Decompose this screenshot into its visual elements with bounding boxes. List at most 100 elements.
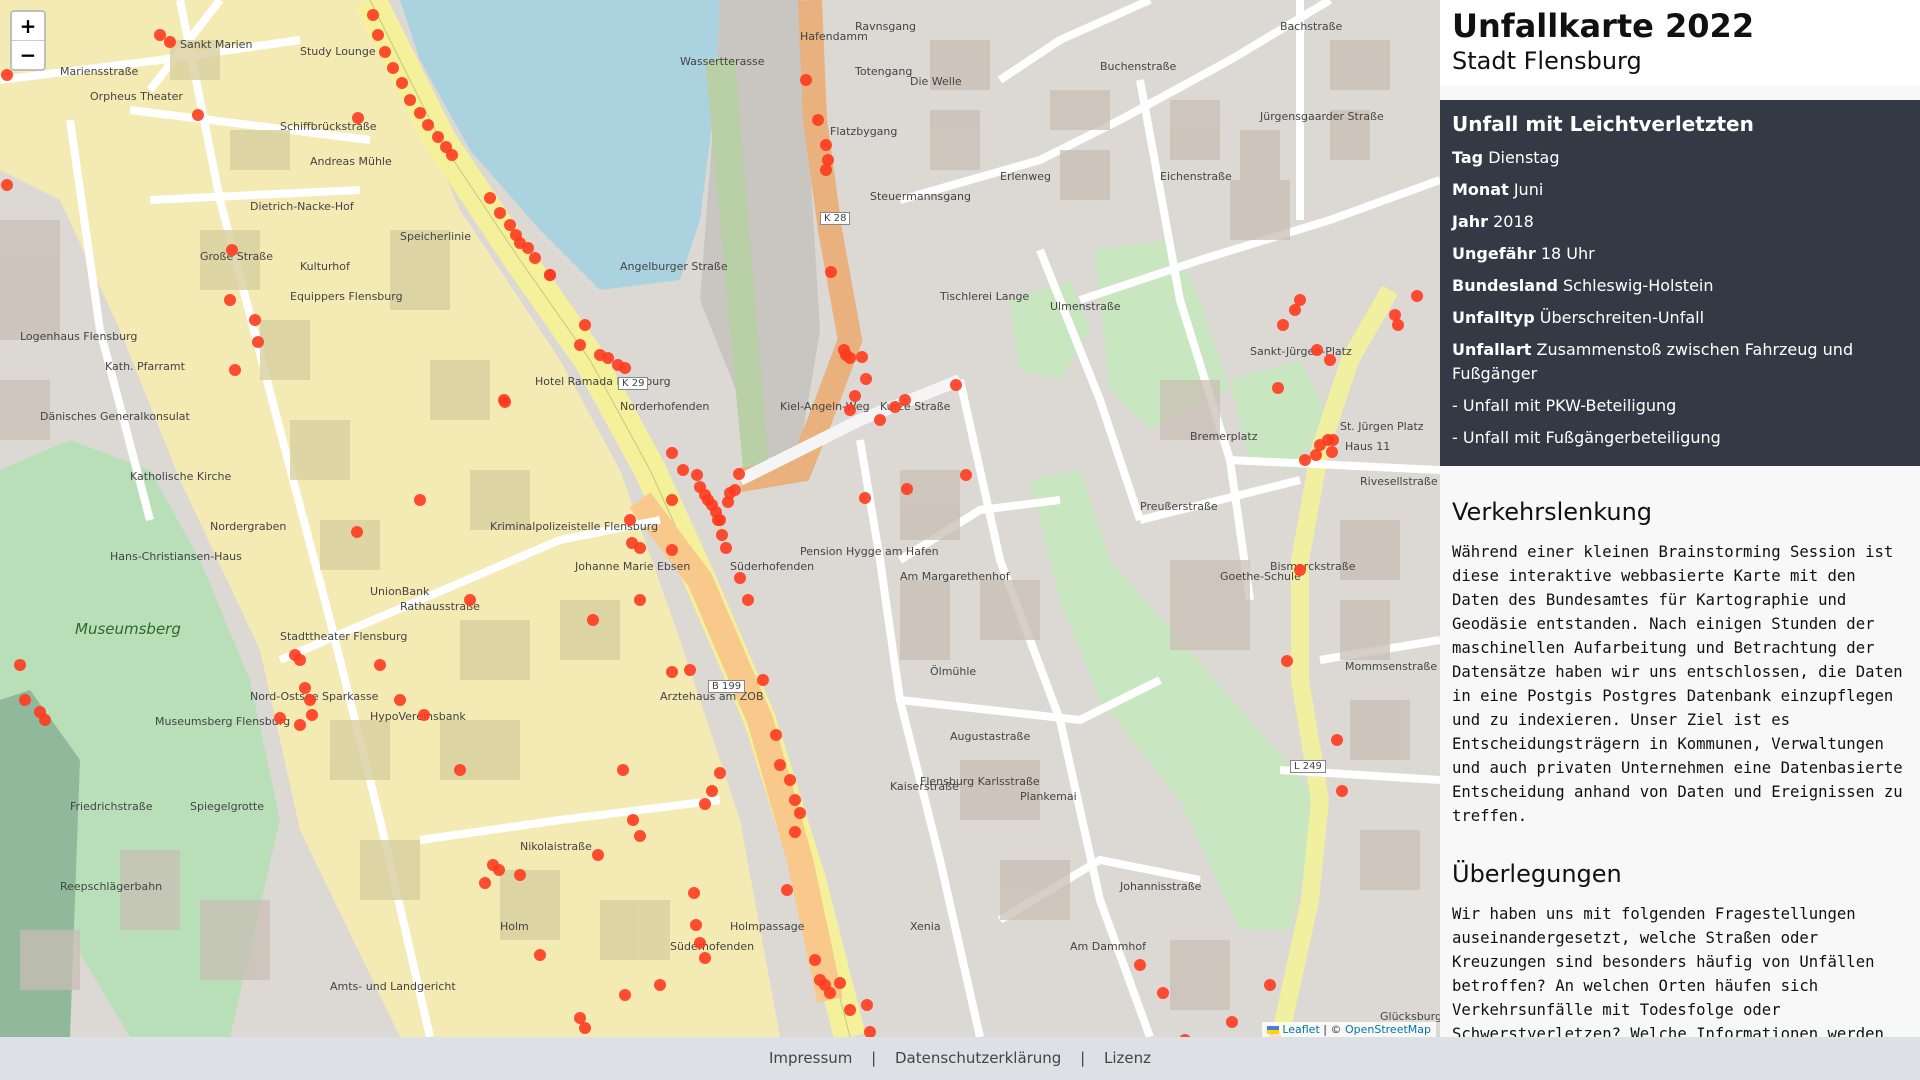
accident-marker[interactable] [454,764,466,776]
accident-marker[interactable] [716,529,728,541]
accident-map[interactable]: Sankt Marien Museumsberg Hafendamm Norderho… [0,0,1440,1037]
accident-marker[interactable] [396,77,408,89]
accident-marker[interactable] [1411,290,1423,302]
accident-marker[interactable] [619,362,631,374]
accident-marker[interactable] [372,29,384,41]
accident-marker[interactable] [666,494,678,506]
accident-marker[interactable] [294,719,306,731]
accident-marker[interactable] [304,694,316,706]
accident-marker[interactable] [856,351,868,363]
accident-marker[interactable] [874,414,886,426]
accident-marker[interactable] [394,694,406,706]
accident-marker[interactable] [729,484,741,496]
accident-marker[interactable] [592,849,604,861]
accident-marker[interactable] [306,709,318,721]
accident-marker[interactable] [367,9,379,21]
accident-marker[interactable] [1392,319,1404,331]
accident-marker[interactable] [901,483,913,495]
accident-marker[interactable] [1226,1016,1238,1028]
accident-marker[interactable] [522,242,534,254]
accident-marker[interactable] [864,1026,876,1037]
accident-marker[interactable] [414,494,426,506]
accident-marker[interactable] [494,207,506,219]
accident-marker[interactable] [498,394,510,406]
accident-marker[interactable] [1326,446,1338,458]
accident-marker[interactable] [789,794,801,806]
accident-marker[interactable] [859,492,871,504]
accident-marker[interactable] [229,364,241,376]
accident-marker[interactable] [226,244,238,256]
accident-marker[interactable] [624,514,636,526]
accident-marker[interactable] [574,339,586,351]
accident-marker[interactable] [627,814,639,826]
accident-marker[interactable] [19,694,31,706]
openstreetmap-link[interactable]: OpenStreetMap [1345,1023,1431,1036]
accident-marker[interactable] [1277,319,1289,331]
accident-marker[interactable] [289,649,301,661]
accident-marker[interactable] [861,999,873,1011]
accident-marker[interactable] [960,469,972,481]
accident-marker[interactable] [544,269,556,281]
lizenz-link[interactable]: Lizenz [1104,1049,1151,1067]
accident-marker[interactable] [699,798,711,810]
accident-marker[interactable] [1134,959,1146,971]
accident-marker[interactable] [733,468,745,480]
accident-marker[interactable] [677,464,689,476]
accident-marker[interactable] [534,949,546,961]
accident-marker[interactable] [809,954,821,966]
accident-marker[interactable] [464,594,476,606]
accident-marker[interactable] [1,179,13,191]
datenschutz-link[interactable]: Datenschutzerklärung [895,1049,1061,1067]
accident-marker[interactable] [154,29,166,41]
accident-marker[interactable] [351,526,363,538]
accident-marker[interactable] [706,785,718,797]
leaflet-link[interactable]: Leaflet [1282,1023,1319,1036]
accident-marker[interactable] [1311,344,1323,356]
accident-marker[interactable] [1294,294,1306,306]
impressum-link[interactable]: Impressum [769,1049,852,1067]
zoom-out-button[interactable]: − [12,40,44,69]
accident-marker[interactable] [812,114,824,126]
accident-marker[interactable] [699,952,711,964]
accident-marker[interactable] [352,112,364,124]
accident-marker[interactable] [39,714,51,726]
accident-marker[interactable] [860,373,872,385]
accident-marker[interactable] [529,252,541,264]
accident-marker[interactable] [820,139,832,151]
accident-marker[interactable] [619,989,631,1001]
accident-marker[interactable] [770,729,782,741]
accident-marker[interactable] [432,131,444,143]
accident-marker[interactable] [422,119,434,131]
accident-marker[interactable] [1281,655,1293,667]
accident-marker[interactable] [587,614,599,626]
accident-marker[interactable] [690,919,702,931]
accident-marker[interactable] [824,987,836,999]
accident-marker[interactable] [1294,564,1306,576]
accident-marker[interactable] [844,1004,856,1016]
accident-marker[interactable] [666,666,678,678]
accident-marker[interactable] [742,594,754,606]
accident-marker[interactable] [504,219,516,231]
accident-marker[interactable] [1272,382,1284,394]
accident-marker[interactable] [691,469,703,481]
accident-marker[interactable] [617,764,629,776]
accident-marker[interactable] [1157,987,1169,999]
accident-marker[interactable] [514,869,526,881]
accident-marker[interactable] [844,404,856,416]
accident-marker[interactable] [1310,449,1322,461]
accident-marker[interactable] [493,864,505,876]
accident-marker[interactable] [579,319,591,331]
accident-marker[interactable] [1336,785,1348,797]
accident-marker[interactable] [602,352,614,364]
accident-marker[interactable] [634,830,646,842]
accident-marker[interactable] [820,164,832,176]
accident-marker[interactable] [252,336,264,348]
accident-marker[interactable] [374,659,386,671]
accident-marker[interactable] [714,514,726,526]
accident-marker[interactable] [784,774,796,786]
accident-marker[interactable] [757,674,769,686]
accident-marker[interactable] [781,884,793,896]
accident-marker[interactable] [634,542,646,554]
accident-marker[interactable] [1331,734,1343,746]
accident-marker[interactable] [299,682,311,694]
